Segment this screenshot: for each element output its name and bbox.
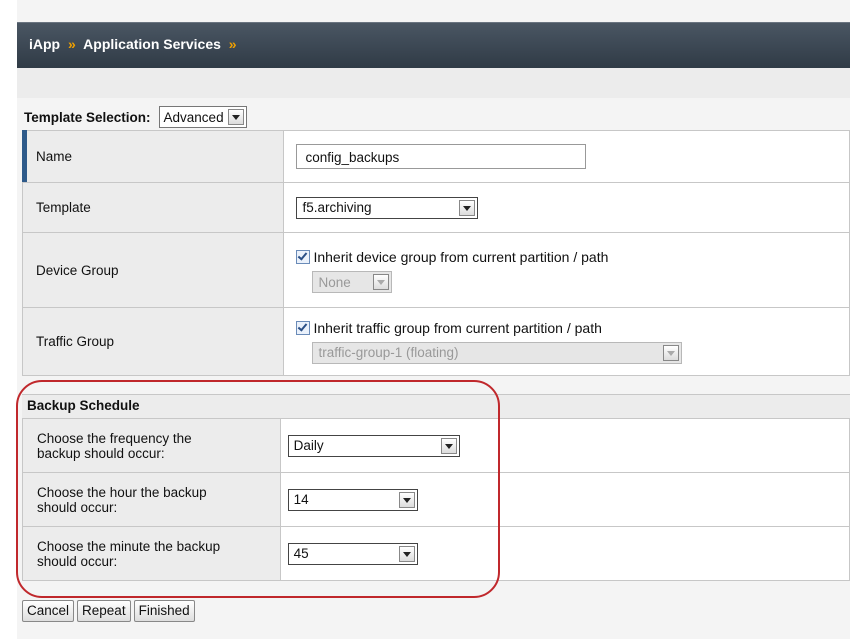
finished-button[interactable]: Finished [133,600,195,622]
traffic-group-inherit: Inherit traffic group from current parti… [296,320,849,336]
backup-schedule-table: Choose the frequency the backup should o… [22,418,850,581]
chevron-down-icon [459,199,476,216]
device-group-label: Device Group [21,232,285,308]
hour-label: Choose the hour the backup should occur: [22,472,281,527]
hour-row: Choose the hour the backup should occur:… [22,472,850,527]
minute-select-value: 45 [293,546,309,561]
template-row: Template f5.archiving [21,182,850,233]
minute-row: Choose the minute the backup should occu… [22,526,850,581]
breadcrumb-iapp[interactable]: iApp [29,36,60,52]
device-group-select: None [312,271,393,293]
chevron-down-icon [227,109,244,125]
template-select[interactable]: f5.archiving [296,196,479,219]
template-selection-select[interactable]: Advanced [158,106,247,128]
hour-select[interactable]: 14 [287,488,418,511]
chevron-down-icon [440,437,457,454]
frequency-row: Choose the frequency the backup should o… [22,418,850,473]
chevron-down-icon [398,545,415,562]
minute-label: Choose the minute the backup should occu… [22,526,281,581]
frequency-select-value: Daily [293,438,324,453]
device-group-select-value: None [318,274,351,290]
breadcrumb-separator-trailing: » [228,36,237,52]
cancel-button[interactable]: Cancel [22,600,75,622]
frequency-label-line1: Choose the frequency the [37,430,192,446]
name-input[interactable]: config_backups [296,144,587,169]
name-label: Name [21,130,285,183]
chevron-down-icon [663,344,680,361]
traffic-group-row: Traffic Group Inherit traffic group from… [21,307,850,376]
traffic-group-label: Traffic Group [21,307,285,376]
action-buttons: Cancel Repeat Finished [22,600,198,622]
minute-label-line2: should occur: [37,553,118,569]
application-properties-table: Name config_backups Template f5.archivin… [21,130,850,376]
hour-label-line2: should occur: [37,499,118,515]
repeat-button[interactable]: Repeat [77,600,131,622]
name-row: Name config_backups [21,130,850,183]
frequency-label-line2: backup should occur: [37,445,165,461]
backup-schedule-title: Backup Schedule [27,398,140,413]
template-selection-label: Template Selection: [24,109,151,125]
traffic-group-select: traffic-group-1 (floating) [312,341,683,364]
hour-select-value: 14 [293,492,309,507]
breadcrumb: iApp » Application Services » [29,36,241,52]
hour-label-line1: Choose the hour the backup [37,484,207,500]
backup-schedule-header: Backup Schedule [22,394,850,419]
template-select-value: f5.archiving [302,200,372,215]
frequency-select[interactable]: Daily [287,434,460,457]
minute-label-line1: Choose the minute the backup [37,538,221,554]
minute-select[interactable]: 45 [287,542,418,565]
device-group-inherit-label: Inherit device group from current partit… [313,249,609,265]
template-label: Template [21,182,285,233]
chevron-down-icon [373,274,390,290]
device-group-inherit: Inherit device group from current partit… [296,249,849,265]
frequency-label: Choose the frequency the backup should o… [22,418,281,473]
chevron-down-icon [398,491,415,508]
template-selection: Template Selection: Advanced [24,106,247,128]
tab-strip [17,68,850,98]
breadcrumb-application-services[interactable]: Application Services [83,36,221,52]
template-selection-value: Advanced [163,109,224,125]
traffic-group-select-value: traffic-group-1 (floating) [318,345,459,360]
device-group-inherit-checkbox[interactable] [296,250,311,264]
device-group-row: Device Group Inherit device group from c… [21,232,850,308]
name-row-indicator [22,130,27,182]
breadcrumb-separator: » [68,36,76,52]
traffic-group-inherit-checkbox[interactable] [296,320,311,335]
title-bar: iApp » Application Services » [17,22,850,69]
traffic-group-inherit-label: Inherit traffic group from current parti… [313,319,602,336]
